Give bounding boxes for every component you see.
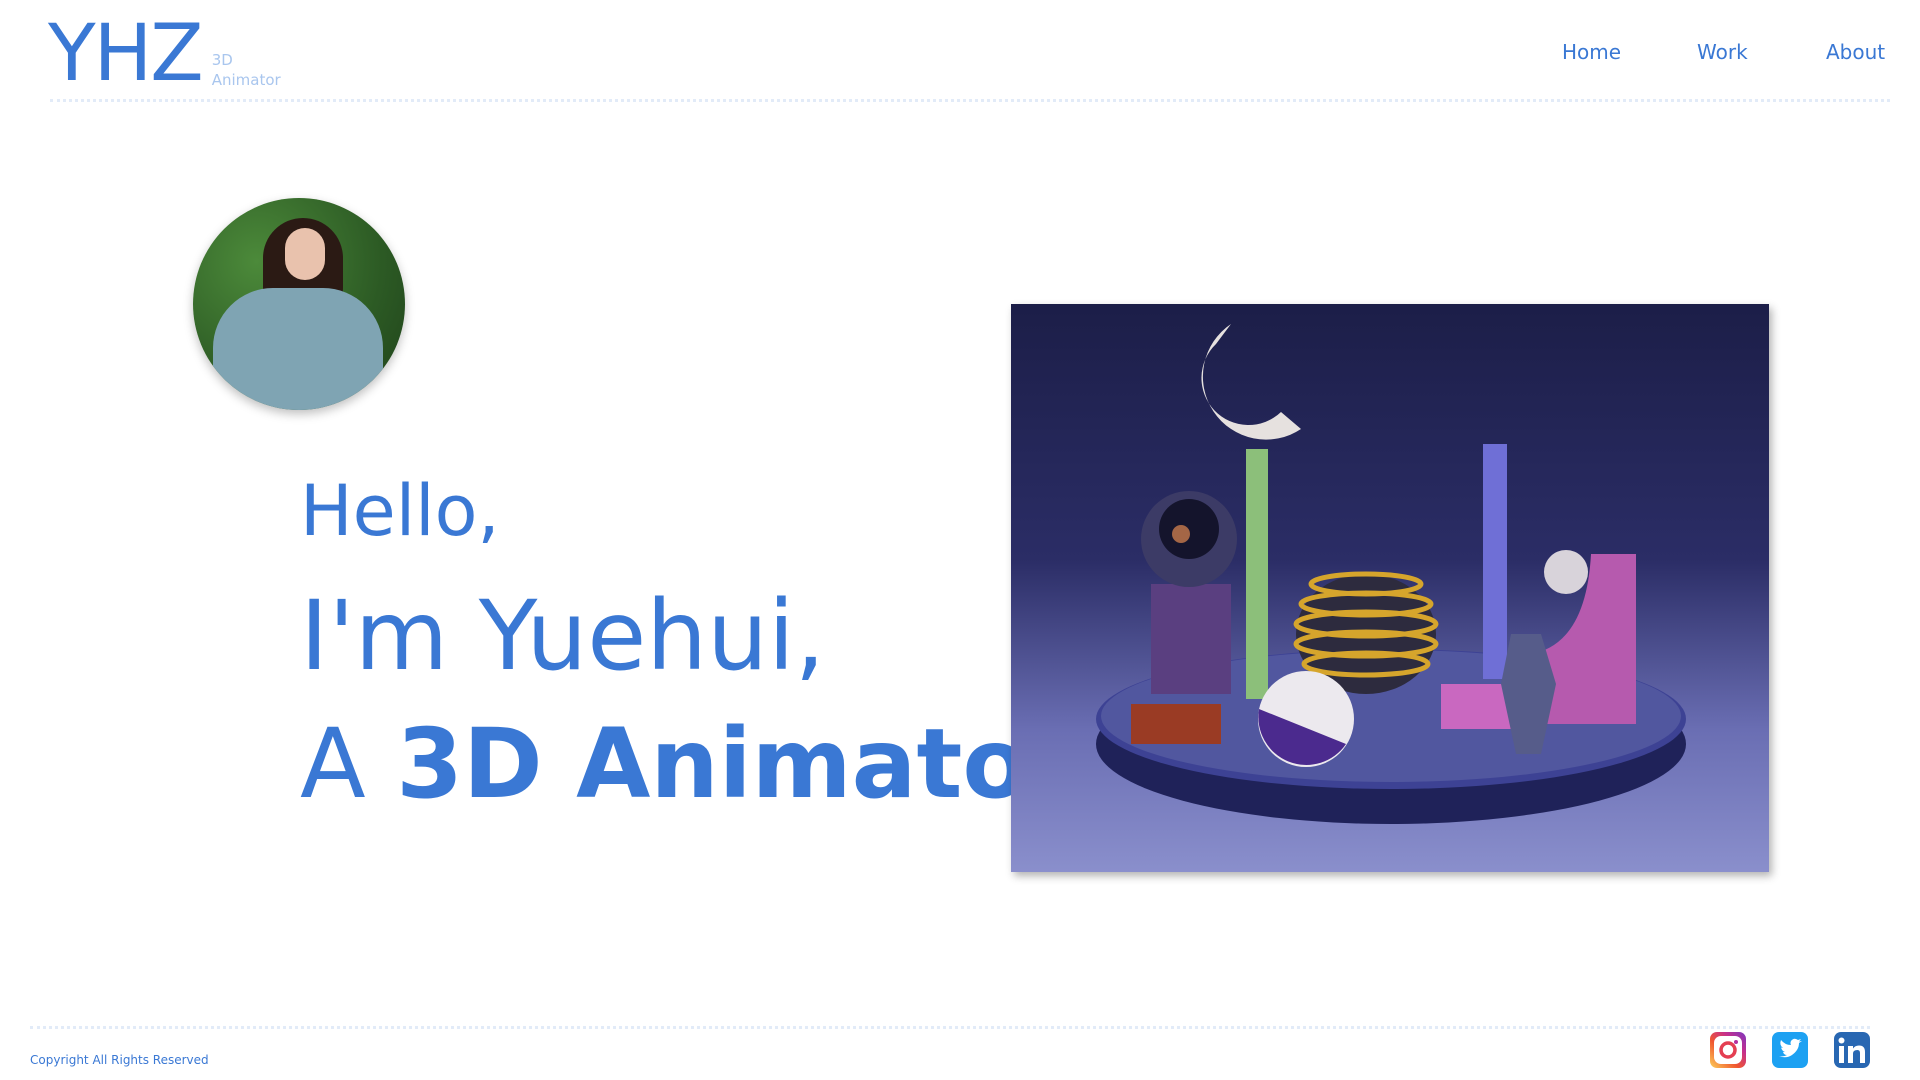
instagram-icon[interactable] bbox=[1710, 1032, 1746, 1068]
nav-work[interactable]: Work bbox=[1697, 40, 1748, 64]
avatar bbox=[193, 198, 405, 410]
nav-about[interactable]: About bbox=[1826, 40, 1885, 64]
footer-divider bbox=[30, 1026, 1870, 1029]
role-title: 3D Animator bbox=[396, 708, 1076, 820]
linkedin-icon[interactable] bbox=[1834, 1032, 1870, 1068]
logo-subtitle: 3D Animator bbox=[212, 50, 281, 90]
3d-scene-image bbox=[1011, 304, 1769, 872]
logo-text: YHZ bbox=[48, 9, 204, 99]
nav-home[interactable]: Home bbox=[1562, 40, 1621, 64]
hero-role: A 3D Animator. bbox=[300, 708, 1106, 820]
header-divider bbox=[50, 99, 1890, 102]
twitter-icon[interactable] bbox=[1772, 1032, 1808, 1068]
logo-sub-2: Animator bbox=[211, 71, 281, 89]
role-prefix: A bbox=[300, 708, 397, 820]
logo[interactable]: YHZ 3D Animator bbox=[48, 14, 281, 94]
logo-sub-1: 3D bbox=[211, 51, 233, 69]
hero-greeting: Hello, bbox=[300, 470, 500, 552]
hero-name: I'm Yuehui, bbox=[300, 580, 826, 692]
copyright-text: Copyright All Rights Reserved bbox=[30, 1053, 209, 1067]
